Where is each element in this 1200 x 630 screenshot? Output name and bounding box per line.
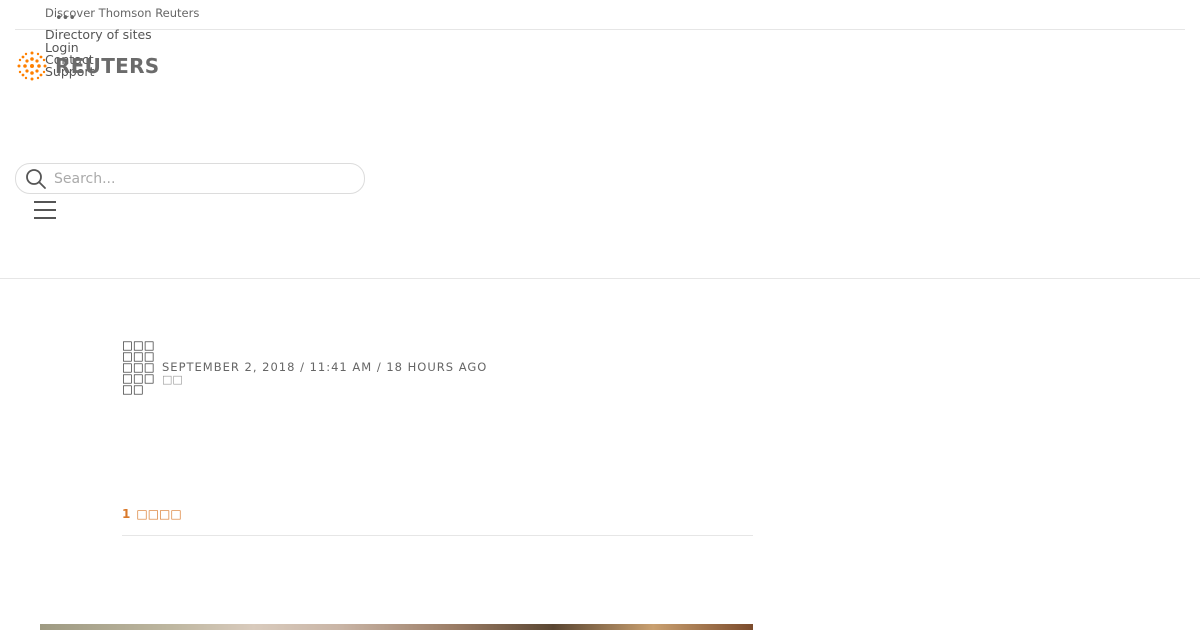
topbar-divider (15, 29, 1185, 30)
related-coverage-link[interactable]: 1 □□□□ (122, 507, 182, 521)
related-label: □□□□ (136, 507, 182, 521)
reuters-logo[interactable]: REUTERS (15, 49, 160, 83)
menu-hamburger-icon[interactable] (34, 201, 56, 219)
related-count: 1 (122, 507, 131, 521)
logo-wordmark: REUTERS (55, 54, 160, 78)
related-divider (122, 535, 753, 536)
search-icon[interactable] (25, 168, 47, 190)
ellipsis-icon[interactable]: ••• (55, 12, 76, 25)
article-dateline: SEPTEMBER 2, 2018 / 11:41 AM / 18 HOURS … (162, 360, 488, 374)
hero-image (40, 624, 753, 630)
header-divider (0, 278, 1200, 279)
search-input[interactable] (52, 168, 356, 190)
search-box (15, 163, 365, 194)
article-dateline-sub: □□ (162, 373, 183, 386)
reuters-logo-mark-icon (17, 51, 47, 81)
byline-author[interactable]: □□□□□□□□□□□□□□ (122, 339, 156, 395)
